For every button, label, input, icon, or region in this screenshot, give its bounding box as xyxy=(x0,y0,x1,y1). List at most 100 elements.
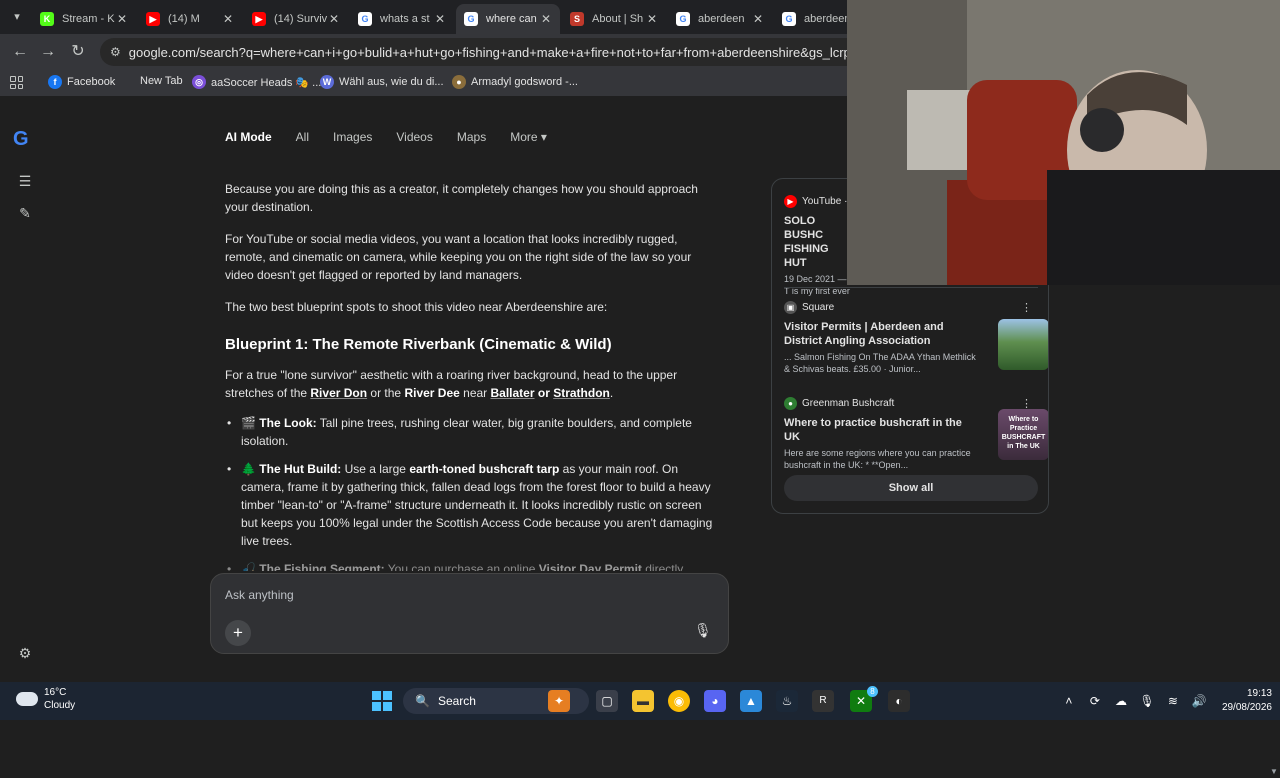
bookmark-item[interactable]: New Tab xyxy=(140,75,183,87)
tab-images[interactable]: Images xyxy=(333,130,372,144)
bookmark-item[interactable]: f Facebook xyxy=(48,75,115,89)
ask-anything-box[interactable]: Ask anything + 🎙 xyxy=(210,573,729,654)
discord-icon[interactable]: ◕ xyxy=(704,690,726,712)
windows-taskbar: 16°C Cloudy 🔍 Search ✦ ▢ ▬ ◉ ◕ ▲ ♨ R ✕ 8 ◐… xyxy=(0,682,1280,720)
source-card-greenman[interactable]: ● Greenman Bushcraft ⋮ Where to practice … xyxy=(784,397,1048,471)
photos-icon[interactable]: ▲ xyxy=(740,690,762,712)
bullet-title: The Fishing Segment: xyxy=(259,562,385,571)
close-icon[interactable]: ✕ xyxy=(434,12,446,26)
close-icon[interactable]: ✕ xyxy=(328,12,340,26)
back-arrow-icon[interactable]: ← xyxy=(10,42,30,62)
chrome-icon[interactable]: ◉ xyxy=(668,690,690,712)
source-title[interactable]: SOLO BUSHC FISHING HUT xyxy=(784,214,850,270)
rockstar-launcher-icon[interactable]: R xyxy=(812,690,834,712)
clock[interactable]: 19:13 29/08/2026 xyxy=(1222,687,1272,715)
game-bar-icon[interactable]: ◐ xyxy=(888,690,910,712)
ballater-link[interactable]: Ballater xyxy=(491,386,535,400)
tab-title: About | Sh xyxy=(592,13,644,25)
tab-title: whats a st xyxy=(380,13,430,25)
forward-arrow-icon[interactable]: → xyxy=(38,42,58,62)
text: near xyxy=(459,386,491,400)
youtube-icon: ▶ xyxy=(146,12,160,26)
microphone-tray-icon[interactable]: 🎙 xyxy=(1138,694,1156,708)
tab-more[interactable]: More ▾ xyxy=(510,130,547,144)
add-attachment-button[interactable]: + xyxy=(225,620,251,646)
steam-icon[interactable]: ♨ xyxy=(776,690,798,712)
bookmark-icon: W xyxy=(320,75,334,89)
file-explorer-icon[interactable]: ▬ xyxy=(632,690,654,712)
ask-input-placeholder[interactable]: Ask anything xyxy=(225,588,294,602)
close-icon[interactable]: ✕ xyxy=(222,12,234,26)
browser-tab[interactable]: Gwhats a st ✕ xyxy=(350,4,454,34)
strathdon-link[interactable]: Strathdon xyxy=(553,386,610,400)
facebook-icon: f xyxy=(48,75,62,89)
tab-search-chevron-icon[interactable]: ▾ xyxy=(8,8,26,26)
bookmark-label: Facebook xyxy=(67,76,116,88)
sync-icon[interactable]: ⟳ xyxy=(1086,694,1104,708)
tab-title: (14) Surviv xyxy=(274,13,328,25)
google-logo-icon[interactable]: G xyxy=(13,128,29,151)
river-thumbnail[interactable] xyxy=(998,319,1048,370)
tab-maps[interactable]: Maps xyxy=(457,130,486,144)
chevron-up-icon[interactable]: ˄ xyxy=(1060,694,1078,708)
river-don-link[interactable]: River Don xyxy=(310,386,367,400)
river-dee-text: River Dee xyxy=(404,386,460,400)
new-chat-icon[interactable]: ✎ xyxy=(16,204,34,222)
source-card-square[interactable]: ▣ Square ⋮ Visitor Permits | Aberdeen and… xyxy=(784,301,1048,375)
tab-all[interactable]: All xyxy=(296,130,309,144)
close-icon[interactable]: ✕ xyxy=(646,12,658,26)
settings-gear-icon[interactable]: ⚙ xyxy=(16,644,34,662)
bookmark-item[interactable]: W Wähl aus, wie du di... xyxy=(320,75,444,89)
search-highlight-icon[interactable]: ✦ xyxy=(548,690,570,712)
site-info-icon[interactable]: ⚙ xyxy=(110,45,121,59)
soccer-icon: ◎ xyxy=(192,75,206,89)
ai-answer: Because you are doing this as a creator,… xyxy=(225,166,715,571)
menu-icon[interactable]: ☰ xyxy=(16,172,34,190)
microphone-icon[interactable]: 🎙 xyxy=(694,622,712,642)
tab-title: Stream - K xyxy=(62,13,115,25)
more-options-icon[interactable]: ⋮ xyxy=(1021,301,1032,314)
browser-tab[interactable]: Gaberdeen ✕ xyxy=(668,4,772,34)
windows-start-icon[interactable] xyxy=(372,691,392,711)
section-heading: Blueprint 1: The Remote Riverbank (Cinem… xyxy=(225,336,612,353)
clapperboard-icon: 🎬 xyxy=(241,416,256,430)
browser-tab[interactable]: ▶ (14) Surviv ✕ xyxy=(244,4,348,34)
paragraph: Because you are doing this as a creator,… xyxy=(225,182,698,214)
close-icon[interactable]: ✕ xyxy=(540,12,552,26)
show-all-button[interactable]: Show all xyxy=(784,475,1038,501)
browser-tab[interactable]: ▶ (14) M ✕ xyxy=(138,4,242,34)
paragraph: For YouTube or social media videos, you … xyxy=(225,232,692,282)
tab-videos[interactable]: Videos xyxy=(396,130,432,144)
close-icon[interactable]: ✕ xyxy=(116,12,128,26)
bullet-list: 🎬 The Look: Tall pine trees, rushing cle… xyxy=(225,414,715,571)
task-view-icon[interactable]: ▢ xyxy=(596,690,618,712)
list-item: 🎣 The Fishing Segment: You can purchase … xyxy=(225,560,715,571)
source-snippet: 19 Dec 2021 — T is my first ever xyxy=(784,274,850,296)
bookmark-label: Wähl aus, wie du di... xyxy=(339,76,444,88)
address-bar[interactable]: ⚙ google.com/search?q=where+can+i+go+bul… xyxy=(100,38,860,66)
weather-widget[interactable]: 16°C Cloudy xyxy=(16,686,75,712)
cut-off-line xyxy=(225,166,715,174)
onedrive-icon[interactable]: ☁ xyxy=(1112,694,1130,708)
reload-icon[interactable]: ↻ xyxy=(68,42,88,62)
apps-grid-icon[interactable] xyxy=(10,76,23,89)
tab-ai-mode[interactable]: AI Mode xyxy=(225,130,272,144)
source-title[interactable]: Visitor Permits | Aberdeen and District … xyxy=(784,320,976,348)
volume-icon[interactable]: 🔊 xyxy=(1190,694,1208,708)
browser-tab[interactable]: S About | Sh ✕ xyxy=(562,4,666,34)
text: or the xyxy=(367,386,405,400)
bushcraft-thumbnail[interactable]: Where to Practice BUSHCRAFT in The UK xyxy=(998,409,1048,460)
wifi-icon[interactable]: ≋ xyxy=(1164,694,1182,708)
bookmark-item[interactable]: ● Armadyl godsword -... xyxy=(452,75,578,89)
browser-tab[interactable]: Gwhere can ✕ xyxy=(456,4,560,34)
source-title[interactable]: Where to practice bushcraft in the UK xyxy=(784,416,976,444)
bookmark-label: Armadyl godsword -... xyxy=(471,76,578,88)
browser-tab[interactable]: K Stream - K ✕ xyxy=(32,4,136,34)
fishing-icon: 🎣 xyxy=(241,562,256,571)
bookmark-item[interactable]: ◎ aaSoccer Heads 🎭 ... xyxy=(192,75,321,89)
scroll-down-arrow-icon[interactable]: ▼ xyxy=(1270,767,1278,776)
google-icon: G xyxy=(782,12,796,26)
greenman-icon: ● xyxy=(784,397,797,410)
runescape-icon: ● xyxy=(452,75,466,89)
close-icon[interactable]: ✕ xyxy=(752,12,764,26)
